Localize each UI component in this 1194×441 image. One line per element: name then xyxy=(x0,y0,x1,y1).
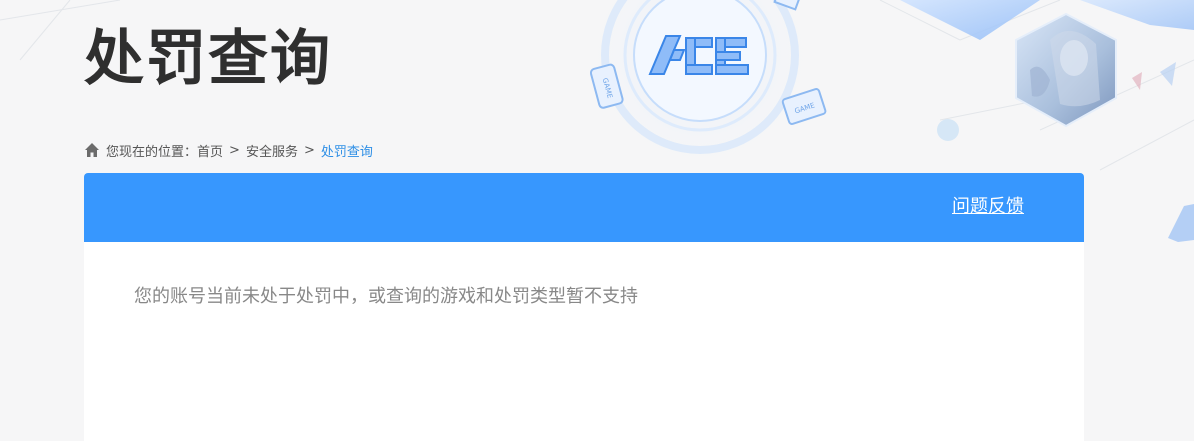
breadcrumb-item-security-services[interactable]: 安全服务 xyxy=(246,141,298,160)
home-icon xyxy=(85,143,99,157)
breadcrumb-item-home[interactable]: 首页 xyxy=(197,141,223,160)
breadcrumb-separator: > xyxy=(303,142,315,158)
breadcrumb: 您现在的位置： 首页 > 安全服务 > 处罚查询 xyxy=(84,141,373,160)
breadcrumb-current: 处罚查询 xyxy=(320,144,373,160)
result-panel: 问题反馈 您的账号当前未处于处罚中，或查询的游戏和处罚类型暂不支持 xyxy=(84,173,1084,441)
ace-logo xyxy=(648,35,749,75)
breadcrumb-separator: > xyxy=(229,142,240,158)
svg-text:GAME: GAME xyxy=(601,77,614,99)
status-message: 您的账号当前未处于处罚中，或查询的游戏和处罚类型暂不支持 xyxy=(134,286,638,307)
character-avatar xyxy=(1015,12,1117,128)
feedback-link[interactable]: 问题反馈 xyxy=(952,195,1024,219)
svg-text:GAME: GAME xyxy=(794,101,816,115)
panel-header: 问题反馈 xyxy=(84,173,1084,242)
page: GAME GAME 处罚查询 您现在的位置： 首页 > 安全服务 > 处罚查询 … xyxy=(0,0,1194,441)
breadcrumb-prefix: 您现在的位置： xyxy=(106,144,198,160)
page-title: 处罚查询 xyxy=(84,24,332,94)
